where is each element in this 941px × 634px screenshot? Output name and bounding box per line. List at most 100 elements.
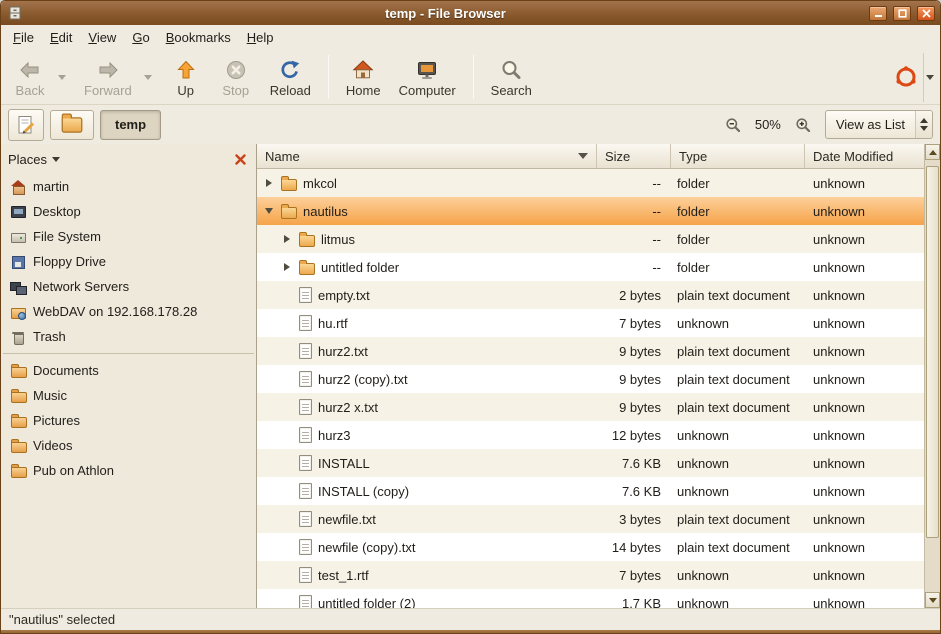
sidebar-item[interactable]: Pub on Athlon [1,458,256,483]
file-date: unknown [805,372,924,387]
sidebar-item[interactable]: Desktop [1,199,256,224]
file-icon [299,399,312,415]
stop-button[interactable]: Stop [211,53,261,102]
scroll-up-button[interactable] [925,144,940,160]
file-row[interactable]: newfile.txt3 bytesplain text documentunk… [257,505,924,533]
sidebar-item[interactable]: martin [1,174,256,199]
minimize-button[interactable] [869,6,887,21]
file-row[interactable]: nautilus--folderunknown [257,197,924,225]
file-name: empty.txt [318,288,370,303]
menu-bookmarks[interactable]: Bookmarks [158,27,239,48]
sidebar-item[interactable]: Trash [1,324,256,349]
file-row[interactable]: test_1.rtf7 bytesunknownunknown [257,561,924,589]
file-row[interactable]: hurz2.txt9 bytesplain text documentunkno… [257,337,924,365]
places-title[interactable]: Places [8,152,47,167]
maximize-button[interactable] [893,6,911,21]
expander-spacer [280,345,293,358]
menu-file[interactable]: File [5,27,42,48]
expander-collapsed-icon[interactable] [262,177,275,190]
back-history-dropdown[interactable] [55,53,69,102]
zoom-out-button[interactable] [721,113,745,137]
file-row[interactable]: hurz2 (copy).txt9 bytesplain text docume… [257,365,924,393]
file-row[interactable]: newfile (copy).txt14 bytesplain text doc… [257,533,924,561]
sidebar-item[interactable]: File System [1,224,256,249]
column-header-type[interactable]: Type [671,144,805,169]
column-header-date-modified[interactable]: Date Modified [805,144,924,169]
file-icon [299,595,312,608]
file-list-body: mkcol--folderunknownnautilus--folderunkn… [257,169,924,608]
file-icon [299,427,312,443]
places-close-button[interactable] [231,150,249,168]
file-size: 7 bytes [597,568,671,583]
sidebar-item[interactable]: Floppy Drive [1,249,256,274]
breadcrumb-current-button[interactable]: temp [100,110,161,140]
file-row[interactable]: INSTALL (copy)7.6 KBunknownunknown [257,477,924,505]
sidebar-item-label: Documents [33,363,99,378]
file-row[interactable]: untitled folder (2)1.7 KBunknownunknown [257,589,924,608]
column-header-size[interactable]: Size [597,144,671,169]
folder-icon [10,388,26,404]
breadcrumb-root-button[interactable] [50,110,94,140]
expander-expanded-icon[interactable] [262,205,275,218]
scroll-down-button[interactable] [925,592,940,608]
column-header-name[interactable]: Name [257,144,597,169]
scrollbar-track[interactable] [925,160,940,592]
file-row[interactable]: mkcol--folderunknown [257,169,924,197]
folder-icon [10,438,26,454]
back-button[interactable]: Back [5,53,55,102]
computer-button[interactable]: Computer [390,53,465,102]
file-name: test_1.rtf [318,568,369,583]
home-button[interactable]: Home [337,53,390,102]
webdav-icon [10,304,26,320]
reload-button[interactable]: Reload [261,53,320,102]
vertical-scrollbar[interactable] [924,144,940,608]
expander-collapsed-icon[interactable] [280,261,293,274]
sidebar-item[interactable]: Music [1,383,256,408]
places-dropdown-icon[interactable] [52,157,60,162]
file-name: litmus [321,232,355,247]
sidebar-item-label: Pictures [33,413,80,428]
file-type: plain text document [671,512,805,527]
expander-collapsed-icon[interactable] [280,233,293,246]
places-sidebar: Places martinDesktopFile SystemFloppy Dr… [1,144,257,608]
file-date: unknown [805,400,924,415]
edit-location-button[interactable] [8,109,44,141]
sidebar-item[interactable]: Pictures [1,408,256,433]
close-button[interactable] [917,6,935,21]
sidebar-item[interactable]: Documents [1,358,256,383]
expander-spacer [280,401,293,414]
file-type: unknown [671,568,805,583]
titlebar[interactable]: temp - File Browser [1,1,940,25]
search-button[interactable]: Search [482,53,541,102]
file-row[interactable]: empty.txt2 bytesplain text documentunkno… [257,281,924,309]
sidebar-item[interactable]: Network Servers [1,274,256,299]
file-row[interactable]: hurz2 x.txt9 bytesplain text documentunk… [257,393,924,421]
file-size: -- [597,204,671,219]
file-row[interactable]: INSTALL7.6 KBunknownunknown [257,449,924,477]
sidebar-item[interactable]: WebDAV on 192.168.178.28 [1,299,256,324]
forward-button[interactable]: Forward [75,53,141,102]
menu-help[interactable]: Help [239,27,282,48]
menu-edit[interactable]: Edit [42,27,80,48]
file-row[interactable]: hurz312 bytesunknownunknown [257,421,924,449]
zoom-in-button[interactable] [791,113,815,137]
up-button[interactable]: Up [161,53,211,102]
menu-go[interactable]: Go [124,27,157,48]
forward-history-dropdown[interactable] [141,53,155,102]
menu-view[interactable]: View [80,27,124,48]
toolbar-separator [328,55,329,99]
file-type: folder [671,176,805,191]
file-row[interactable]: hu.rtf7 bytesunknownunknown [257,309,924,337]
file-name: hurz2.txt [318,344,368,359]
sidebar-item[interactable]: Videos [1,433,256,458]
view-mode-select[interactable]: View as List [825,110,933,139]
file-date: unknown [805,344,924,359]
scrollbar-thumb[interactable] [926,166,939,538]
chevron-down-icon [58,75,66,80]
column-headers: Name Size Type Date Modified [257,144,924,169]
file-row[interactable]: untitled folder--folderunknown [257,253,924,281]
toolbar-overflow-arrow[interactable] [923,53,936,102]
location-bar: temp 50% View as List [1,105,940,144]
sort-descending-icon [578,153,588,159]
file-row[interactable]: litmus--folderunknown [257,225,924,253]
